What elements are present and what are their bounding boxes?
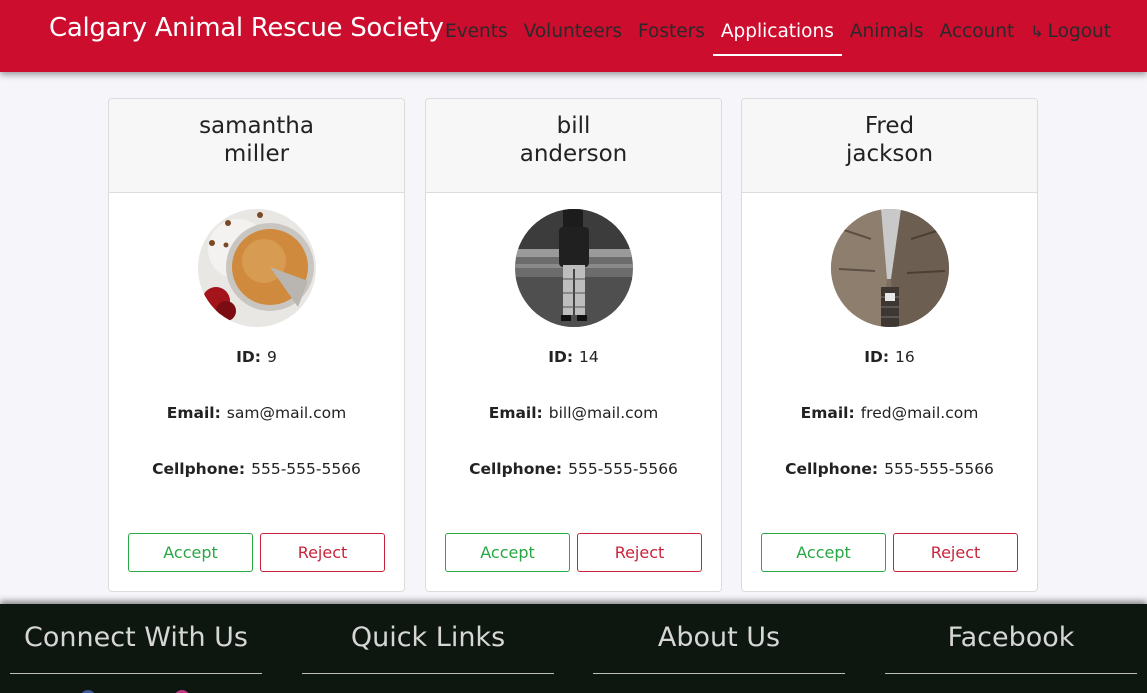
email-label: Email: [800, 404, 855, 422]
applicant-id: 16 [895, 348, 915, 366]
footer-facebook-heading: Facebook [947, 622, 1075, 653]
applicant-id-row: ID: 14 [426, 348, 721, 366]
site-footer: Connect With Us Quick Links About Us Fac… [0, 604, 1147, 693]
nav-volunteers[interactable]: Volunteers [516, 18, 630, 56]
reject-button[interactable]: Reject [577, 533, 702, 572]
footer-divider [302, 673, 554, 674]
nav-applications[interactable]: Applications [712, 18, 842, 56]
applicant-email-row: Email: bill@mail.com [426, 404, 721, 422]
nav-animals[interactable]: Animals [842, 18, 932, 56]
site-brand[interactable]: Calgary Animal Rescue Society [49, 13, 444, 43]
applicant-last-name: miller [223, 141, 290, 167]
id-label: ID: [864, 348, 890, 366]
footer-about-section: About Us [593, 622, 845, 674]
footer-about-heading: About Us [657, 622, 781, 653]
footer-facebook-section: Facebook [885, 622, 1137, 674]
footer-divider [885, 673, 1137, 674]
nav-account[interactable]: Account [932, 18, 1023, 56]
applicant-first-name: bill [556, 113, 591, 139]
applicant-email: fred@mail.com [860, 404, 979, 422]
nav-events[interactable]: Events [437, 18, 516, 56]
cellphone-label: Cellphone: [785, 460, 879, 478]
accept-button[interactable]: Accept [445, 533, 570, 572]
applicant-email: sam@mail.com [226, 404, 347, 422]
applicant-cellphone: 555-555-5566 [251, 460, 361, 478]
applicant-id: 14 [579, 348, 599, 366]
top-navbar: Calgary Animal Rescue Society Events Vol… [0, 0, 1147, 72]
footer-quick-links-heading: Quick Links [350, 622, 506, 653]
applicant-email-row: Email: fred@mail.com [742, 404, 1037, 422]
accept-button[interactable]: Accept [128, 533, 253, 572]
applicant-photo-person [515, 209, 633, 327]
footer-connect-heading: Connect With Us [24, 622, 248, 653]
applicant-first-name: Fred [864, 113, 915, 139]
applications-list: samantha miller ID: 9 Email: sam@mail.co… [108, 98, 1038, 592]
cellphone-label: Cellphone: [469, 460, 563, 478]
reject-button[interactable]: Reject [893, 533, 1018, 572]
logout-icon: ↳ [1030, 22, 1044, 41]
card-header: Fred jackson [742, 99, 1037, 193]
footer-connect-section: Connect With Us [10, 622, 262, 674]
applicant-id-row: ID: 9 [109, 348, 404, 366]
card-header: samantha miller [109, 99, 404, 193]
applicant-last-name: anderson [519, 141, 628, 167]
id-label: ID: [548, 348, 574, 366]
applicant-cellphone-row: Cellphone: 555-555-5566 [426, 460, 721, 478]
reject-button[interactable]: Reject [260, 533, 385, 572]
applicant-id-row: ID: 16 [742, 348, 1037, 366]
email-label: Email: [488, 404, 543, 422]
nav-fosters[interactable]: Fosters [630, 18, 713, 56]
applicant-cellphone-row: Cellphone: 555-555-5566 [742, 460, 1037, 478]
applicant-email: bill@mail.com [548, 404, 659, 422]
nav-logout-label: Logout [1047, 21, 1111, 42]
applicant-id: 9 [266, 348, 277, 366]
nav-logout[interactable]: ↳ Logout [1022, 18, 1119, 56]
applicant-cellphone-row: Cellphone: 555-555-5566 [109, 460, 404, 478]
email-label: Email: [166, 404, 221, 422]
applicant-email-row: Email: sam@mail.com [109, 404, 404, 422]
id-label: ID: [236, 348, 261, 366]
cellphone-label: Cellphone: [152, 460, 246, 478]
applicant-cellphone: 555-555-5566 [884, 460, 994, 478]
accept-button[interactable]: Accept [761, 533, 886, 572]
footer-divider [10, 673, 262, 674]
footer-quick-links-section: Quick Links [302, 622, 554, 674]
applicant-photo-alley [831, 209, 949, 327]
applicant-photo-pie [198, 209, 316, 327]
application-card: bill anderson ID: 14 Email: bill@mail.co… [425, 98, 722, 592]
applicant-last-name: jackson [845, 141, 934, 167]
application-card: Fred jackson ID: 16 Email: fred@mail.com… [741, 98, 1038, 592]
applicant-cellphone: 555-555-5566 [568, 460, 678, 478]
application-card: samantha miller ID: 9 Email: sam@mail.co… [108, 98, 405, 592]
applicant-first-name: samantha [199, 113, 314, 139]
card-header: bill anderson [426, 99, 721, 193]
footer-divider [593, 673, 845, 674]
main-nav: Events Volunteers Fosters Applications A… [437, 18, 1119, 56]
